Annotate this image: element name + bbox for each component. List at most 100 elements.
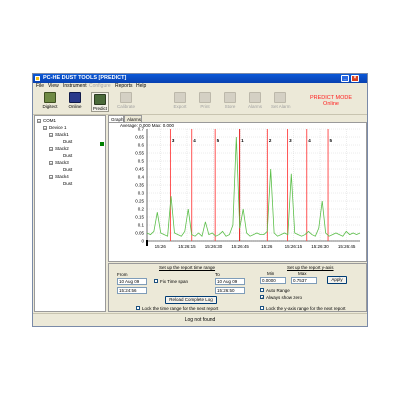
y-tick-label: 0.65 <box>135 135 144 140</box>
menu-file[interactable]: File <box>36 84 44 89</box>
x-tick-label: 15:26:45 <box>338 244 356 249</box>
device-tree[interactable]: − COM1 − Device 1 − Stack1 Dust − Stack2… <box>34 115 106 312</box>
y-tick-label: 0.05 <box>135 231 144 236</box>
alarms-label: Alarms <box>247 104 262 109</box>
event-label: 4 <box>308 138 311 143</box>
x-tick-label: 15:26:30 <box>205 244 223 249</box>
print-label: Print <box>200 104 210 109</box>
set-alarm-button[interactable]: Set Alarm <box>271 92 291 112</box>
from-time-field[interactable]: 15:24:56 <box>117 287 147 294</box>
print-button[interactable]: Print <box>196 92 214 112</box>
collapse-icon[interactable]: − <box>49 133 53 138</box>
fix-time-span-label: Fix Time span <box>160 279 189 284</box>
tree-item-dust[interactable]: Dust <box>63 167 72 172</box>
stats-readout: Average: 0.000 Max: 0.000 <box>120 123 174 128</box>
reload-log-button[interactable]: Reload Complete Log <box>165 296 217 304</box>
title-bar: PC-HE DUST TOOLS [PREDICT] _ × <box>33 74 367 83</box>
calibrate-button[interactable]: Calibrate <box>117 92 135 112</box>
x-tick-label: 15:26:45 <box>231 244 249 249</box>
predict-mode-indicator: PREDICT MODE Online <box>303 95 359 107</box>
status-indicator <box>100 142 104 146</box>
tree-item-dust[interactable]: Dust <box>63 153 72 158</box>
tree-item-com1[interactable]: COM1 <box>43 118 56 123</box>
set-alarm-label: Set Alarm <box>271 104 291 109</box>
collapse-icon[interactable]: − <box>49 175 53 180</box>
lock-time-range-label: Lock the time range for the next report <box>142 306 219 311</box>
status-bar: Log not found <box>33 313 367 326</box>
y-tick-label: 0.4 <box>138 175 145 180</box>
tree-item-stack4[interactable]: Stack4 <box>55 174 69 179</box>
event-label: 1 <box>241 138 244 143</box>
menu-bar: File View Instrument Configure Reports H… <box>33 83 367 90</box>
apply-button[interactable]: Apply <box>327 276 347 284</box>
close-button[interactable]: × <box>351 75 359 82</box>
calibrate-label: Calibrate <box>117 104 136 109</box>
alarms-button[interactable]: Alarms <box>246 92 264 112</box>
time-range-heading: Set up the report time range <box>159 265 216 270</box>
lock-y-axis-label: Lock the y-axis range for the next repor… <box>266 306 346 311</box>
event-label: 5 <box>330 138 333 143</box>
store-icon <box>224 92 236 103</box>
graph-panel: 0.7 0.65 0.6 0.55 0.5 0.45 0.4 0.35 0.3 0.25 0.2 0.… <box>108 122 367 262</box>
always-show-zero-checkbox[interactable]: ✓ <box>260 295 264 300</box>
chart: 0.70.650.60.550.50.450.40.350.30.250.20.… <box>135 127 361 249</box>
lock-time-range-checkbox[interactable] <box>136 306 140 310</box>
menu-instrument[interactable]: Instrument <box>63 84 87 89</box>
calibrate-icon <box>120 92 132 103</box>
from-date-picker[interactable]: 10 Aug 09 <box>117 278 147 285</box>
event-label: 2 <box>269 138 272 143</box>
tree-item-stack3[interactable]: Stack3 <box>55 160 69 165</box>
to-time-field[interactable]: 15:26:50 <box>215 287 245 294</box>
event-label: 3 <box>289 138 292 143</box>
y-tick-label: 0.35 <box>135 183 144 188</box>
set-alarm-icon <box>274 92 286 103</box>
event-label: 5 <box>217 138 220 143</box>
lock-y-axis-checkbox[interactable] <box>260 306 264 310</box>
predict-icon <box>94 94 106 105</box>
auto-range-checkbox[interactable] <box>260 288 264 292</box>
event-label: 4 <box>193 138 196 143</box>
y-tick-label: 0.55 <box>135 151 144 156</box>
export-button[interactable]: Export <box>171 92 189 112</box>
predict-button[interactable]: Predict <box>91 92 109 112</box>
tab-graph[interactable]: Graph <box>108 115 124 122</box>
event-label: 3 <box>172 138 175 143</box>
collapse-icon[interactable]: − <box>49 161 53 166</box>
from-label: From <box>117 272 128 277</box>
digitect-icon <box>44 92 56 103</box>
y-max-field[interactable]: 0.7537 <box>291 277 317 284</box>
tree-item-dust[interactable]: Dust <box>63 139 72 144</box>
store-button[interactable]: Store <box>221 92 239 112</box>
always-show-zero-label: Always show zero <box>266 295 303 300</box>
y-tick-label: 0.15 <box>135 215 144 220</box>
collapse-icon[interactable]: − <box>49 147 53 152</box>
app-icon <box>35 76 40 81</box>
collapse-icon[interactable]: − <box>37 119 41 124</box>
tree-item-device-1[interactable]: Device 1 <box>49 125 67 130</box>
x-tick-label: 15:26 <box>261 244 273 249</box>
export-icon <box>174 92 186 103</box>
collapse-icon[interactable]: − <box>43 126 47 131</box>
tree-item-dust[interactable]: Dust <box>63 181 72 186</box>
menu-configure[interactable]: Configure <box>89 84 111 89</box>
tree-item-stack1[interactable]: Stack1 <box>55 132 69 137</box>
x-tick-label: 15:26:30 <box>311 244 329 249</box>
fix-time-span-checkbox[interactable] <box>154 279 158 283</box>
y-tick-label: 0.6 <box>138 143 145 148</box>
tab-alarms[interactable]: Alarms <box>124 115 142 122</box>
y-tick-label: 0.2 <box>138 207 145 212</box>
online-label: Online <box>68 104 82 109</box>
report-controls: Set up the report time range From 10 Aug… <box>108 263 367 312</box>
menu-view[interactable]: View <box>48 84 59 89</box>
y-min-field[interactable]: 0.0000 <box>260 277 286 284</box>
y-tick-label: 0.45 <box>135 167 144 172</box>
online-button[interactable]: Online <box>66 92 84 112</box>
tree-item-stack2[interactable]: Stack2 <box>55 146 69 151</box>
to-date-picker[interactable]: 10 Aug 09 <box>215 278 245 285</box>
menu-reports[interactable]: Reports <box>115 84 133 89</box>
menu-help[interactable]: Help <box>136 84 146 89</box>
online-status-label: Online <box>323 101 339 107</box>
digitect-button[interactable]: Digitect <box>41 92 59 112</box>
minimize-button[interactable]: _ <box>341 75 349 82</box>
y-tick-label: 0 <box>141 239 144 244</box>
